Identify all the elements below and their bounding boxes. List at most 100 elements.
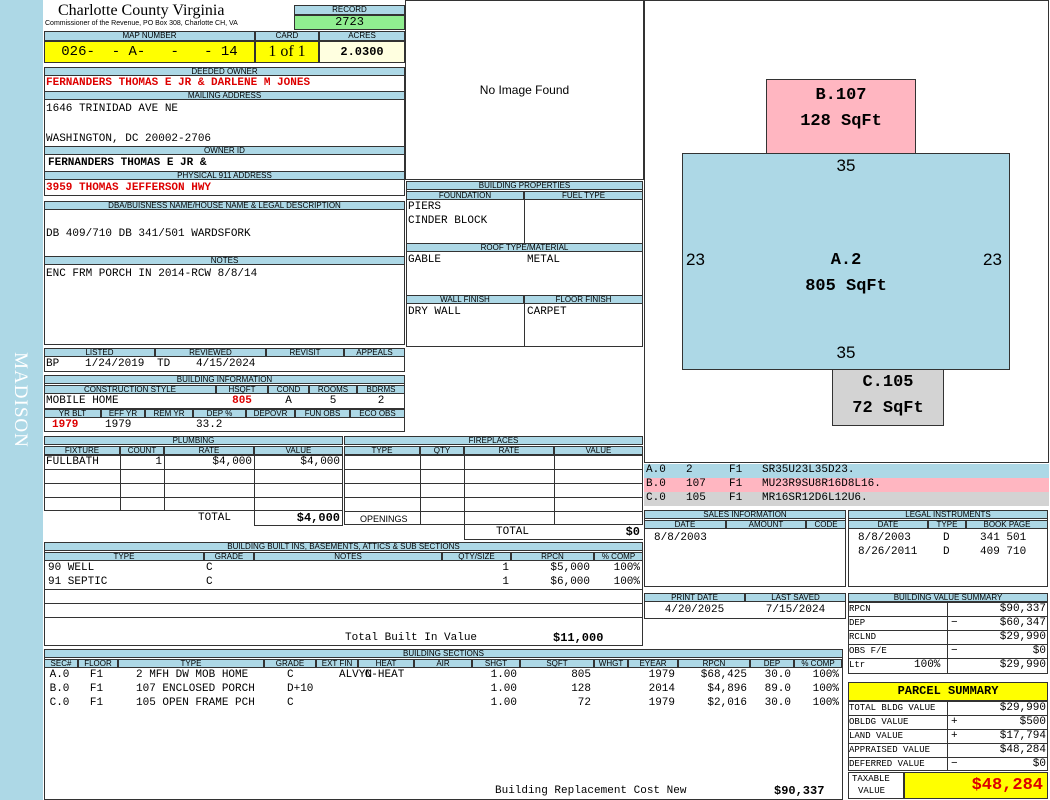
section-cell-shgt: 1.00: [490, 683, 517, 695]
vs-divider: [947, 602, 948, 674]
builtin-row-line: [44, 603, 643, 604]
plumb-row-line: [44, 469, 343, 470]
dim-top: 35: [836, 156, 856, 175]
acres-header: ACRES: [319, 31, 405, 41]
openings-label: OPENINGS: [360, 514, 408, 524]
section-col-header: SEC#: [44, 659, 78, 668]
listed-date: 1/24/2019: [85, 358, 145, 370]
props-divider: [524, 200, 525, 243]
code-a-id: A.0: [646, 464, 666, 476]
fire-type-header: TYPE: [344, 446, 420, 455]
fire-col-line: [554, 455, 555, 525]
legal-box: [848, 510, 1048, 587]
section-cell-eyear: 1979: [648, 697, 675, 709]
section-cell-rpcn: $2,016: [707, 697, 747, 709]
plumbing-header: PLUMBING: [44, 436, 343, 445]
vs-dep: $60,347: [999, 617, 1046, 629]
address-box: [44, 67, 405, 196]
sketch-b-label: B.107: [815, 86, 867, 105]
vs-rclnd-label: RCLND: [849, 632, 877, 642]
section-cell-comp: 100%: [812, 683, 839, 695]
parcel-appraised-label: APPRAISED VALUE: [849, 745, 931, 755]
parcel-bldg: $29,990: [999, 702, 1046, 714]
fire-total-label: TOTAL: [496, 526, 530, 538]
section-cell-sec: B.0: [49, 683, 70, 695]
parcel-obldg-label: OBLDG VALUE: [849, 717, 909, 727]
plumb-count-header: COUNT: [120, 446, 164, 455]
parcel-summary-title: PARCEL SUMMARY: [848, 682, 1048, 701]
fireplaces-header: FIREPLACES: [344, 436, 643, 445]
dim-bottom: 35: [836, 343, 856, 362]
section-col-header: DEP: [750, 659, 794, 668]
building-info-sep: [44, 408, 405, 409]
card-header: CARD: [255, 31, 319, 41]
section-cell-sec: C.0: [49, 697, 70, 709]
section-cell-sqft: 805: [571, 669, 591, 681]
plumb-value-value: $4,000: [300, 456, 340, 468]
plumb-row-line: [44, 497, 343, 498]
vs-obs-label: OBS F/E: [849, 646, 887, 656]
fire-col-line: [464, 455, 465, 539]
commissioner-line: Commissioner of the Revenue, PO Box 308,…: [45, 20, 238, 27]
builtin-row-line: [44, 617, 643, 618]
builtins-total-label: Total Built In Value: [345, 632, 478, 644]
section-col-header: SHGT: [472, 659, 520, 668]
record-number: 2723: [294, 15, 405, 30]
section-cell-grade: C: [287, 669, 294, 681]
notes-box: [44, 201, 405, 345]
vs-ltr-label: Ltr: [849, 660, 866, 670]
section-cell-dep: 89.0: [764, 683, 791, 695]
code-b-f: F1: [729, 478, 743, 490]
taxable-label-2: VALUE: [858, 786, 886, 796]
fixture-value: FULLBATH: [46, 456, 99, 468]
no-image-text: No Image Found: [479, 83, 570, 97]
plumb-rate-value: $4,000: [212, 456, 252, 468]
section-col-header: EXT FIN: [316, 659, 358, 668]
vs-rclnd: $29,990: [999, 631, 1046, 643]
taxable-value: $48,284: [904, 772, 1048, 799]
code-a-n: 2: [686, 464, 693, 476]
code-a-f: F1: [729, 464, 743, 476]
reviewed-date: 4/15/2024: [196, 358, 256, 370]
sketch-c-label: C.105: [862, 373, 914, 392]
plumb-rate-header: RATE: [164, 446, 254, 455]
plumb-total-box: [254, 510, 343, 526]
section-cell-floor: F1: [89, 697, 104, 709]
section-cell-sec: A.0: [49, 669, 70, 681]
vs-ltr: $29,990: [999, 659, 1046, 671]
fire-total-line: [464, 539, 643, 540]
code-c-id: C.0: [646, 492, 666, 504]
fire-value-header: VALUE: [554, 446, 643, 455]
section-cell-rpcn: $4,896: [707, 683, 747, 695]
parcel-deferred: $0: [1032, 758, 1046, 770]
section-cell-eyear: 2014: [648, 683, 675, 695]
fixture-header: FIXTURE: [44, 446, 120, 455]
section-cell-type: 107 ENCLOSED PORCH: [136, 683, 255, 695]
fire-row-line: [344, 497, 643, 498]
section-col-header: RPCN: [678, 659, 750, 668]
record-header: RECORD: [294, 5, 405, 15]
county-title: Charlotte County Virginia: [58, 2, 225, 19]
plumb-value-header: VALUE: [254, 446, 343, 455]
dim-left: 23: [686, 250, 705, 269]
code-b-n: 107: [686, 478, 706, 490]
vs-rpcn-label: RPCN: [849, 604, 871, 614]
section-cell-heat: C-HEAT: [364, 669, 405, 681]
acres-value: 2.0300: [319, 41, 405, 63]
vs-rpcn: $90,337: [999, 603, 1046, 615]
section-cell-dep: 30.0: [764, 669, 791, 681]
parcel-divider: [947, 701, 948, 771]
code-c-f: F1: [729, 492, 743, 504]
parcel-obldg: $500: [1019, 716, 1046, 728]
vs-obs: $0: [1032, 645, 1046, 657]
section-cell-eyear: 1979: [648, 669, 675, 681]
brcn-value: $90,337: [774, 784, 825, 798]
fire-row-line: [344, 469, 643, 470]
map-number: 026- - A- - - 14: [44, 41, 255, 63]
section-cell-dep: 30.0: [764, 697, 791, 709]
parcel-deferred-label: DEFERRED VALUE: [849, 759, 925, 769]
section-col-header: WHGT: [594, 659, 628, 668]
dates-box: [644, 593, 846, 619]
code-a-code: SR35U23L35D23.: [762, 464, 855, 476]
code-b-id: B.0: [646, 478, 666, 490]
